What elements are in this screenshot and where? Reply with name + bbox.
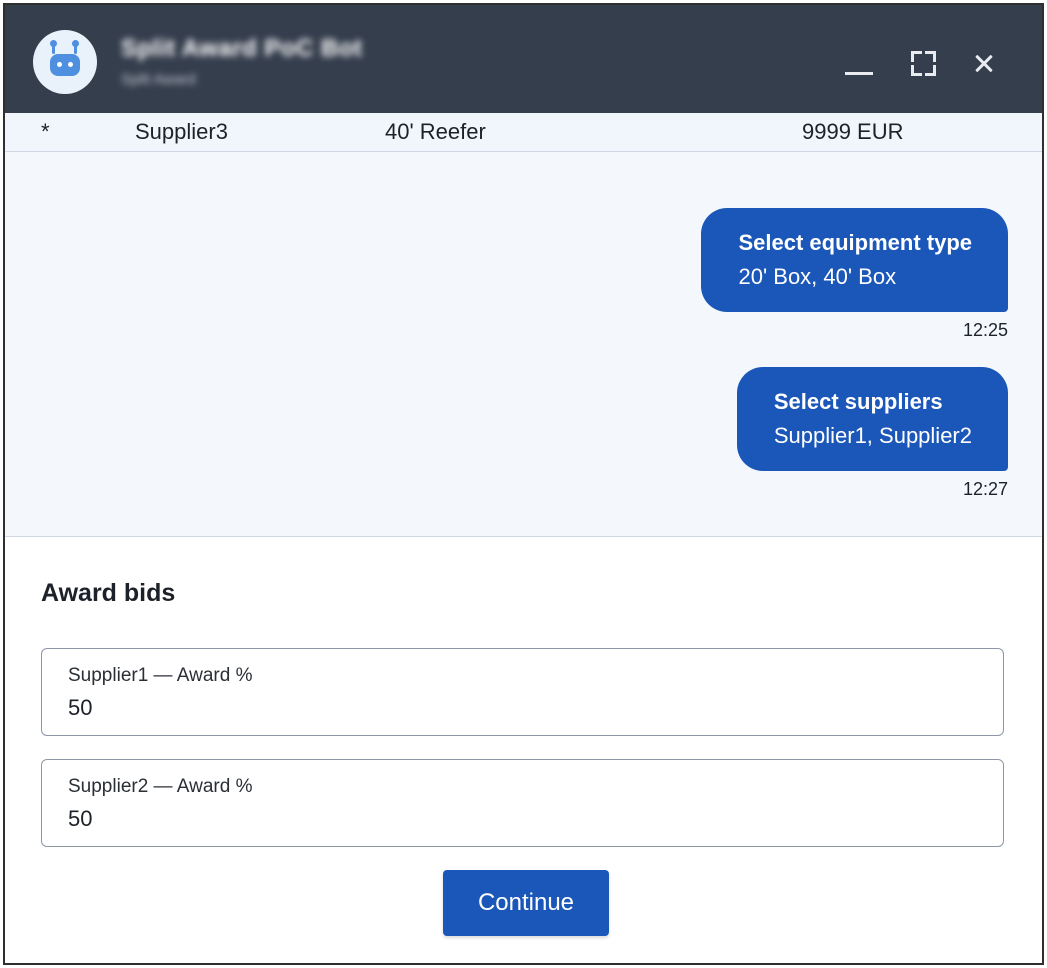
message-title: Select suppliers — [773, 389, 943, 414]
bot-name: Split Award PoC Bot — [121, 35, 363, 62]
message-title: Select equipment type — [738, 230, 972, 255]
field-value[interactable]: 50 — [68, 695, 92, 721]
field-label: Supplier1 — Award % — [68, 665, 253, 686]
bot-avatar-icon — [33, 30, 97, 94]
field-label: Supplier2 — Award % — [68, 776, 253, 797]
bot-subtitle: Split Award — [121, 71, 196, 88]
message-timestamp: 12:25 — [962, 320, 1008, 340]
user-message-bubble: Select suppliers Supplier1, Supplier2 — [736, 367, 1008, 471]
supplier2-award-field[interactable]: Supplier2 — Award % 50 — [41, 759, 1004, 847]
expand-button[interactable] — [907, 47, 939, 79]
chat-widget: Split Award PoC Bot Split Award * Suppli… — [3, 3, 1044, 965]
minimize-button[interactable] — [843, 47, 875, 79]
chat-header: Split Award PoC Bot Split Award — [5, 5, 1042, 113]
continue-button[interactable]: Continue — [443, 870, 609, 936]
message-timestamp: 12:27 — [962, 479, 1008, 499]
row-marker: * — [41, 119, 50, 144]
field-value[interactable]: 50 — [68, 806, 92, 832]
table-row: * Supplier3 40' Reefer 9999 EUR — [5, 113, 1042, 152]
supplier1-award-field[interactable]: Supplier1 — Award % 50 — [41, 648, 1004, 736]
message-body: 20' Box, 40' Box — [738, 264, 897, 289]
minimize-icon — [845, 72, 873, 75]
row-price: 9999 EUR — [802, 119, 904, 144]
message-body: Supplier1, Supplier2 — [773, 423, 972, 448]
user-message-bubble: Select equipment type 20' Box, 40' Box — [701, 208, 1008, 312]
row-equipment: 40' Reefer — [385, 119, 486, 144]
close-button[interactable] — [967, 47, 999, 79]
chat-history: Select equipment type 20' Box, 40' Box 1… — [5, 152, 1042, 537]
bot-title-block: Split Award PoC Bot Split Award — [121, 35, 363, 88]
row-supplier: Supplier3 — [135, 119, 228, 144]
form-title: Award bids — [41, 579, 176, 607]
